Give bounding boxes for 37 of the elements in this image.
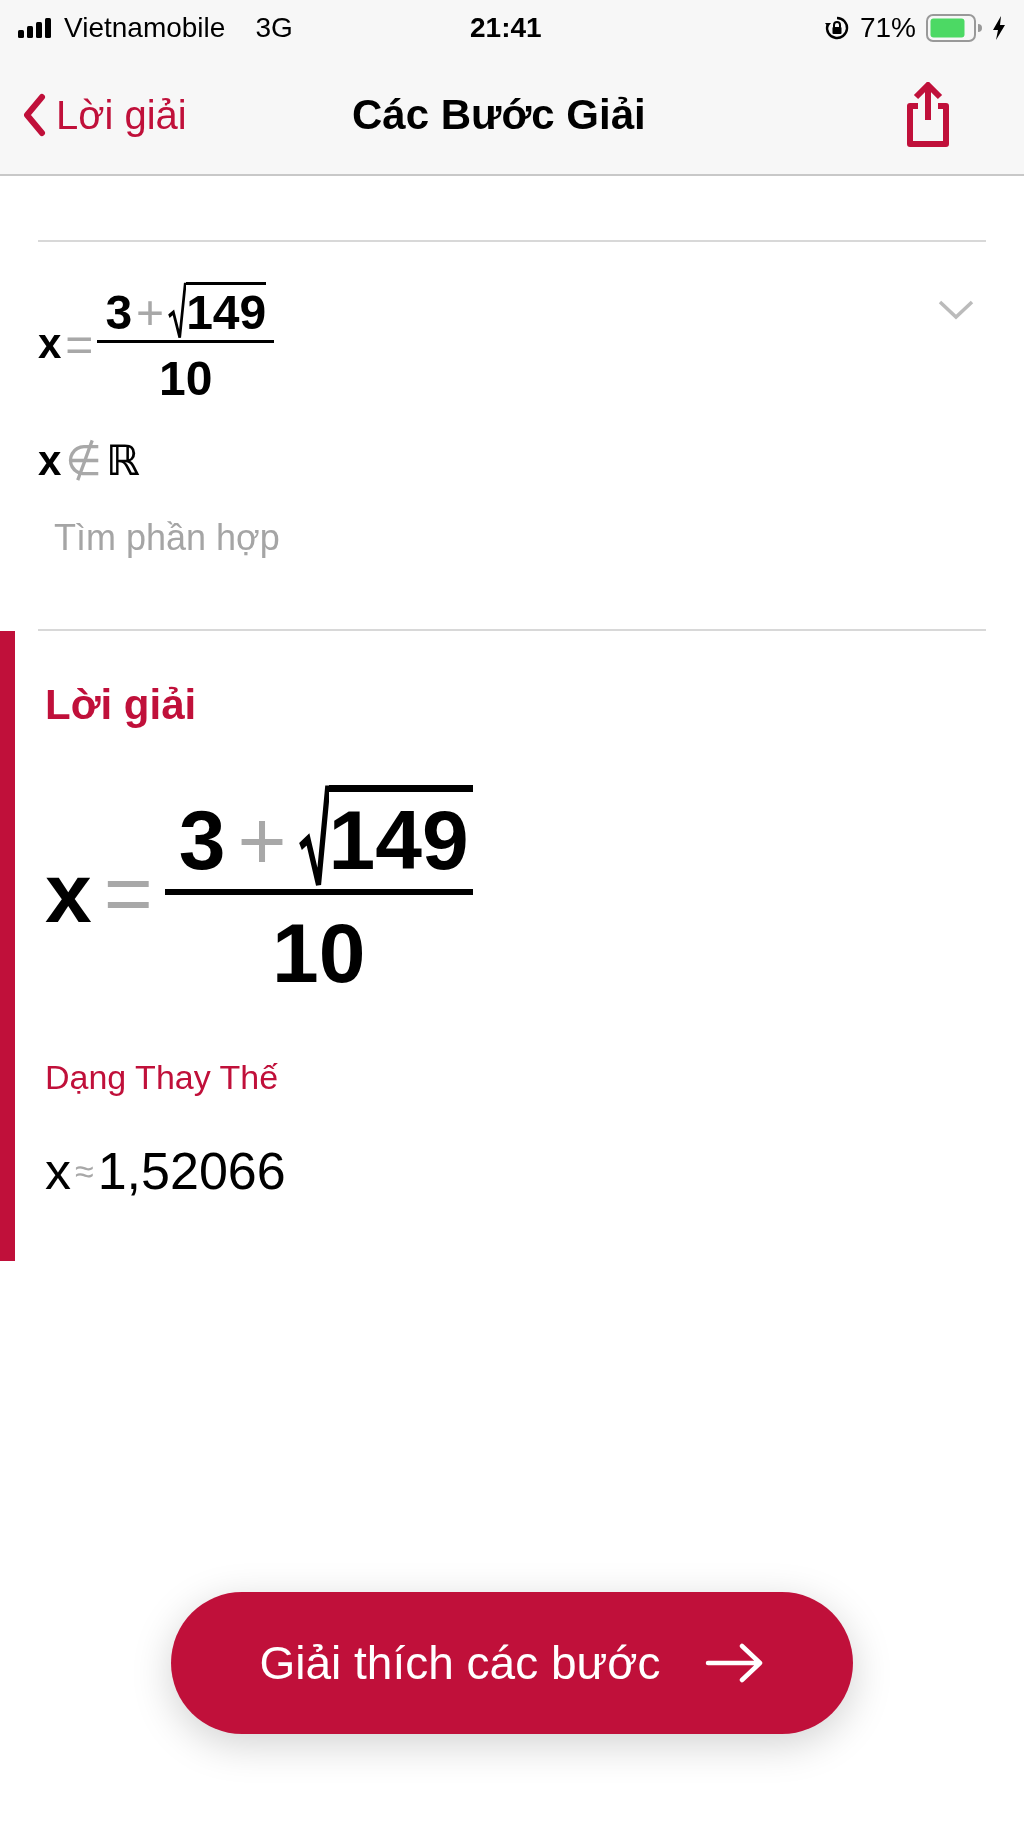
math-number: 149 <box>186 282 267 340</box>
signal-icon <box>18 18 54 38</box>
explain-steps-button[interactable]: Giải thích các bước <box>171 1592 853 1734</box>
network-type: 3G <box>255 12 293 44</box>
math-operator: ∉ <box>65 436 102 485</box>
radical-sign-icon <box>168 282 187 340</box>
step-caption: Tìm phần hợp <box>53 517 280 558</box>
chevron-left-icon <box>22 93 46 137</box>
math-variable: x <box>45 1141 71 1201</box>
math-set: ℝ <box>105 436 140 485</box>
clock: 21:41 <box>470 12 542 44</box>
math-number: 3 <box>105 285 133 340</box>
carrier-name: Vietnamobile <box>64 12 226 44</box>
math-operator: + <box>237 792 287 889</box>
math-number: 10 <box>159 351 213 406</box>
section-heading: Lời giải <box>45 681 198 729</box>
charging-bolt-icon <box>992 16 1006 40</box>
math-operator: = <box>65 316 94 372</box>
math-operator: ≈ <box>75 1151 94 1191</box>
math-number: 3 <box>178 792 226 889</box>
math-variable: x <box>38 320 62 368</box>
math-variable: x <box>38 436 62 485</box>
rotation-lock-icon <box>823 15 850 41</box>
radical-sign-icon <box>298 785 329 889</box>
share-icon[interactable] <box>904 82 952 148</box>
math-operator: = <box>103 845 153 942</box>
subheading: Dạng Thay Thế <box>45 1058 280 1097</box>
screen-title: Các Bước Giải <box>352 91 646 139</box>
math-number: 10 <box>272 905 366 1002</box>
arrow-right-icon <box>704 1643 765 1683</box>
math-number: 1,52066 <box>97 1141 286 1201</box>
math-variable: x <box>45 845 92 942</box>
math-number: 149 <box>328 785 473 889</box>
battery-percent: 71% <box>859 12 916 44</box>
math-operator: + <box>136 285 165 340</box>
back-button[interactable]: Lời giải <box>22 92 187 138</box>
battery-icon <box>926 14 982 42</box>
